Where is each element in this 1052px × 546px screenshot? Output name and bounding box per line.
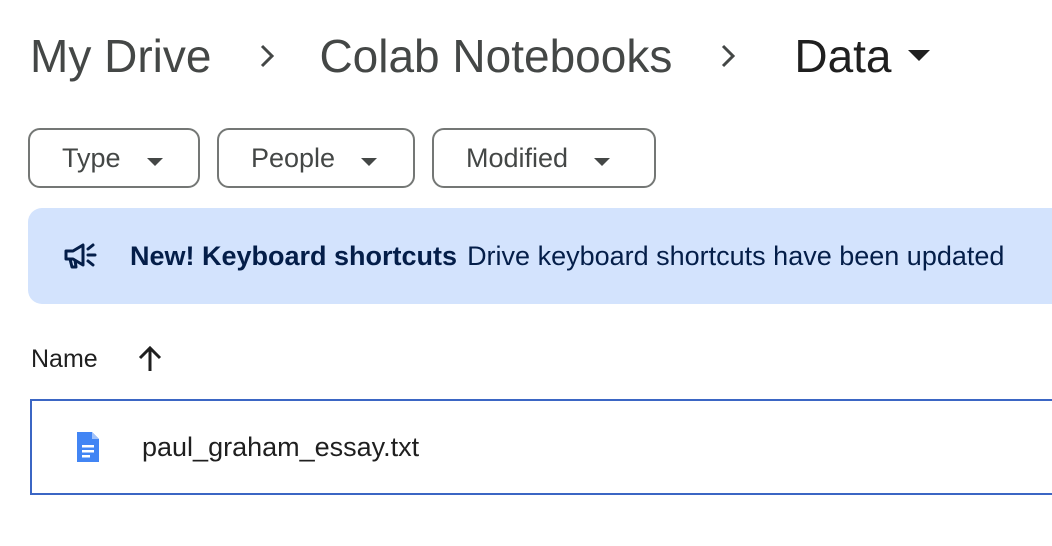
- banner-title: New! Keyboard shortcuts: [130, 240, 458, 271]
- filter-chips: Type People Modified: [28, 128, 656, 188]
- caret-down-icon: [907, 50, 930, 62]
- breadcrumb-current-label: Data: [794, 30, 892, 82]
- file-name: paul_graham_essay.txt: [142, 431, 420, 462]
- sort-direction-button[interactable]: [132, 341, 168, 377]
- breadcrumb-data-dropdown[interactable]: Data: [794, 26, 930, 86]
- name-column-header[interactable]: Name: [31, 345, 98, 374]
- megaphone-icon: [62, 237, 100, 275]
- keyboard-shortcuts-banner[interactable]: New! Keyboard shortcuts Drive keyboard s…: [28, 208, 1052, 304]
- file-row[interactable]: paul_graham_essay.txt: [30, 399, 1052, 495]
- modified-filter-chip[interactable]: Modified: [432, 128, 656, 188]
- chevron-right-icon: [698, 43, 758, 69]
- people-filter-chip[interactable]: People: [217, 128, 415, 188]
- caret-down-icon: [594, 143, 611, 174]
- breadcrumb-my-drive[interactable]: My Drive: [30, 26, 211, 86]
- chip-label: Modified: [466, 142, 569, 173]
- caret-down-icon: [361, 143, 378, 174]
- arrow-up-icon: [138, 345, 161, 371]
- breadcrumb-colab-notebooks[interactable]: Colab Notebooks: [319, 26, 672, 86]
- breadcrumb: My Drive Colab Notebooks Data: [30, 26, 930, 86]
- banner-text: Drive keyboard shortcuts have been updat…: [467, 240, 1005, 271]
- type-filter-chip[interactable]: Type: [28, 128, 200, 188]
- google-docs-icon: [72, 429, 104, 465]
- chevron-right-icon: [237, 43, 297, 69]
- caret-down-icon: [146, 143, 163, 174]
- chip-label: Type: [62, 142, 121, 173]
- list-header: Name: [31, 334, 168, 384]
- chip-label: People: [251, 142, 336, 173]
